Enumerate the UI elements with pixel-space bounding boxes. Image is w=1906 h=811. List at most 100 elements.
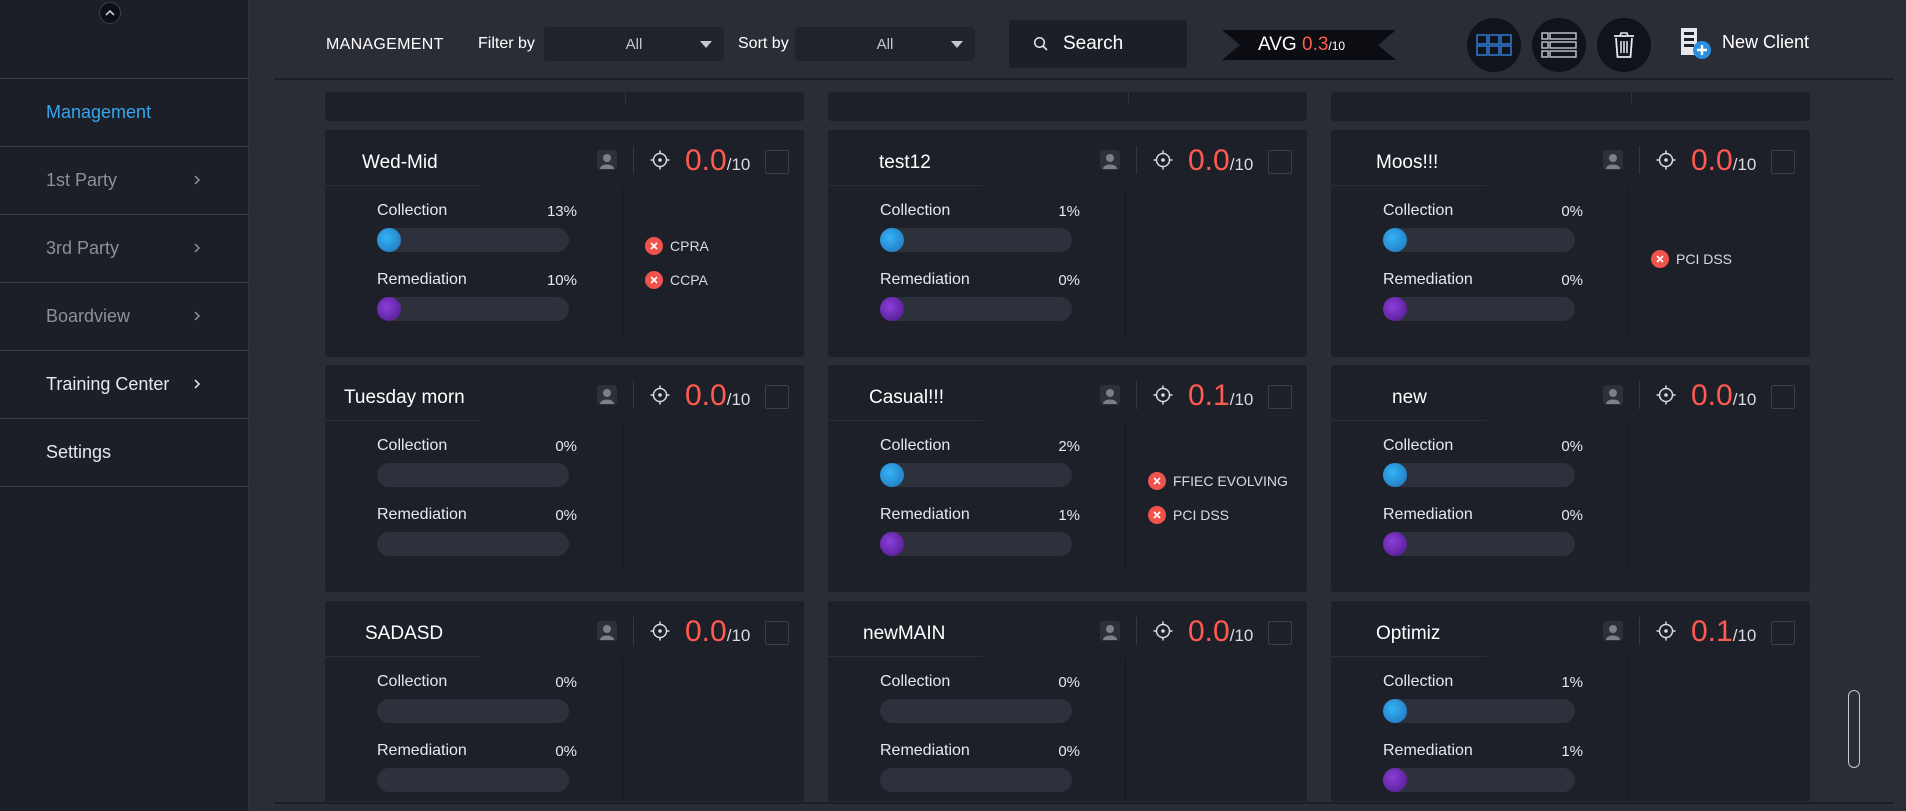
- client-card[interactable]: new 0.0/10 Collection 0% Remediation 0%: [1331, 365, 1810, 592]
- user-avatar-icon[interactable]: [1603, 621, 1623, 641]
- target-icon[interactable]: [1656, 150, 1676, 170]
- list-view-button[interactable]: [1532, 18, 1586, 72]
- user-avatar-icon[interactable]: [597, 385, 617, 405]
- sidebar-item-settings[interactable]: Settings: [0, 419, 249, 487]
- collection-percent: 0%: [555, 438, 577, 455]
- divider: [633, 617, 634, 645]
- new-client-button[interactable]: New Client: [1678, 24, 1809, 60]
- client-name[interactable]: Wed-Mid: [362, 152, 438, 174]
- client-name[interactable]: new: [1392, 387, 1427, 409]
- select-checkbox[interactable]: [1268, 385, 1292, 409]
- collection-percent: 13%: [546, 203, 577, 220]
- client-score: 0.0/10: [685, 615, 750, 649]
- client-card[interactable]: Tuesday morn 0.0/10 Collection 0% Remedi…: [325, 365, 804, 592]
- app-window: Management 1st Party 3rd Party Boardview…: [0, 0, 1906, 811]
- target-icon[interactable]: [1153, 385, 1173, 405]
- target-icon[interactable]: [650, 150, 670, 170]
- select-checkbox[interactable]: [1771, 385, 1795, 409]
- client-card[interactable]: Casual!!! 0.1/10 Collection 2% Remediati…: [828, 365, 1307, 592]
- client-card-partial[interactable]: [828, 92, 1307, 121]
- sidebar-item-training-center[interactable]: Training Center: [0, 351, 249, 419]
- client-name[interactable]: Casual!!!: [869, 387, 944, 409]
- sort-dropdown[interactable]: All: [795, 27, 975, 61]
- client-grid: Wed-Mid 0.0/10 Collection 13% Remediatio…: [274, 86, 1894, 801]
- user-avatar-icon[interactable]: [597, 150, 617, 170]
- compliance-tag-label: FFIEC EVOLVING: [1173, 473, 1288, 489]
- compliance-tag-label: PCI DSS: [1173, 507, 1230, 523]
- select-checkbox[interactable]: [765, 150, 789, 174]
- user-avatar-icon[interactable]: [1603, 150, 1623, 170]
- remediation-percent: 0%: [555, 507, 577, 524]
- remediation-percent: 0%: [1058, 272, 1080, 289]
- score-value: 0.0: [685, 615, 727, 648]
- client-card[interactable]: Wed-Mid 0.0/10 Collection 13% Remediatio…: [325, 130, 804, 357]
- select-checkbox[interactable]: [765, 385, 789, 409]
- client-name[interactable]: Moos!!!: [1376, 152, 1438, 174]
- search-button[interactable]: Search: [1009, 20, 1187, 68]
- grid-view-button[interactable]: [1467, 18, 1521, 72]
- user-avatar-icon[interactable]: [597, 621, 617, 641]
- client-name[interactable]: Optimiz: [1376, 623, 1440, 645]
- compliance-tag: PCI DSS: [1651, 250, 1732, 268]
- compliance-tag: CCPA: [645, 271, 709, 289]
- filter-dropdown[interactable]: All: [544, 27, 724, 61]
- select-checkbox[interactable]: [1268, 150, 1292, 174]
- user-avatar-icon[interactable]: [1100, 150, 1120, 170]
- target-icon[interactable]: [1153, 621, 1173, 641]
- user-avatar-icon[interactable]: [1100, 385, 1120, 405]
- sidebar-item-boardview[interactable]: Boardview: [0, 283, 249, 351]
- divider: [1631, 92, 1632, 104]
- score-value: 0.0: [685, 144, 727, 177]
- sidebar-item-1st-party[interactable]: 1st Party: [0, 147, 249, 215]
- client-name[interactable]: Tuesday morn: [344, 387, 465, 409]
- remediation-label: Remediation: [1383, 506, 1473, 523]
- chevron-up-icon: [105, 9, 115, 16]
- target-icon[interactable]: [1153, 150, 1173, 170]
- collapse-sidebar-button[interactable]: [99, 2, 121, 24]
- divider: [622, 423, 623, 571]
- client-card[interactable]: test12 0.0/10 Collection 1% Remediation …: [828, 130, 1307, 357]
- target-icon[interactable]: [1656, 621, 1676, 641]
- compliance-tag: PCI DSS: [1148, 506, 1288, 524]
- target-icon[interactable]: [650, 621, 670, 641]
- user-avatar-icon[interactable]: [1100, 621, 1120, 641]
- divider: [325, 420, 480, 421]
- client-name[interactable]: test12: [879, 152, 931, 174]
- select-checkbox[interactable]: [1771, 621, 1795, 645]
- select-checkbox[interactable]: [1268, 621, 1292, 645]
- client-card-partial[interactable]: [325, 92, 804, 121]
- select-checkbox[interactable]: [765, 621, 789, 645]
- client-name[interactable]: newMAIN: [863, 623, 945, 645]
- target-icon[interactable]: [1656, 385, 1676, 405]
- remediation-percent: 0%: [1058, 743, 1080, 760]
- client-name[interactable]: SADASD: [365, 623, 443, 645]
- scrollbar-thumb[interactable]: [1848, 690, 1860, 768]
- client-card[interactable]: Optimiz 0.1/10 Collection 1% Remediation…: [1331, 601, 1810, 801]
- score-denominator: /10: [1732, 390, 1757, 409]
- client-card[interactable]: Moos!!! 0.0/10 Collection 0% Remediation…: [1331, 130, 1810, 357]
- target-icon[interactable]: [650, 385, 670, 405]
- toolbar: MANAGEMENT Filter by All Sort by All Sea…: [274, 12, 1894, 80]
- client-card-partial[interactable]: [1331, 92, 1810, 121]
- client-score: 0.0/10: [685, 379, 750, 413]
- client-card-header: Tuesday morn 0.0/10: [325, 365, 804, 421]
- filter-value: All: [625, 35, 643, 53]
- remediation-progress-fill: [880, 297, 904, 321]
- score-denominator: /10: [1732, 626, 1757, 645]
- remediation-label: Remediation: [1383, 271, 1473, 288]
- compliance-tag-label: CCPA: [670, 272, 708, 288]
- client-card[interactable]: newMAIN 0.0/10 Collection 0% Remediation…: [828, 601, 1307, 801]
- user-avatar-icon[interactable]: [1603, 385, 1623, 405]
- divider: [828, 656, 983, 657]
- divider: [274, 802, 1894, 804]
- divider: [1639, 617, 1640, 645]
- divider: [1331, 656, 1486, 657]
- filter-label: Filter by: [478, 35, 535, 52]
- delete-button[interactable]: [1597, 18, 1651, 72]
- divider: [1331, 420, 1486, 421]
- sidebar-item-3rd-party[interactable]: 3rd Party: [0, 215, 249, 283]
- select-checkbox[interactable]: [1771, 150, 1795, 174]
- sidebar-item-management[interactable]: Management: [0, 79, 249, 147]
- client-card[interactable]: SADASD 0.0/10 Collection 0% Remediation …: [325, 601, 804, 801]
- score-denominator: /10: [1229, 626, 1254, 645]
